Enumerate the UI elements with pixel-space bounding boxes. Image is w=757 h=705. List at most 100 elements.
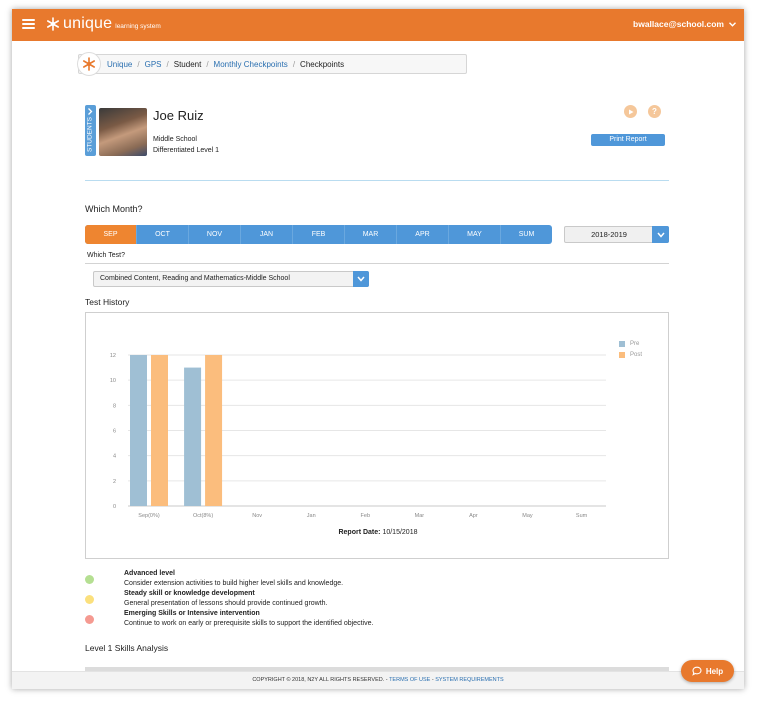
print-report-button[interactable]: Print Report bbox=[591, 134, 665, 146]
legend-item: Post bbox=[619, 352, 642, 358]
year-select[interactable]: 2018-2019 bbox=[564, 226, 669, 243]
legend-label: Pre bbox=[630, 341, 640, 347]
key-dot bbox=[85, 595, 94, 604]
breadcrumb-separator: / bbox=[292, 59, 296, 69]
legend-swatch bbox=[619, 341, 625, 347]
key-dot bbox=[85, 575, 94, 584]
play-icon[interactable] bbox=[624, 105, 637, 118]
key-title: Emerging Skills or Intensive interventio… bbox=[124, 610, 260, 617]
x-tick-label: Sep(0%) bbox=[138, 513, 160, 519]
month-tab-jan[interactable]: JAN bbox=[241, 225, 293, 244]
legend-swatch bbox=[619, 352, 625, 358]
month-tab-apr[interactable]: APR bbox=[397, 225, 449, 244]
month-tabs: SEP OCT NOV JAN FEB MAR APR MAY SUM bbox=[85, 225, 552, 244]
key-dot bbox=[85, 615, 94, 624]
student-photo bbox=[99, 108, 147, 156]
student-level: Differentiated Level 1 bbox=[153, 147, 220, 154]
brand-logo[interactable]: unique learning system bbox=[46, 15, 161, 33]
key-title: Advanced level bbox=[124, 570, 175, 577]
home-logo-icon[interactable] bbox=[77, 52, 101, 76]
dropdown-button[interactable] bbox=[353, 271, 369, 287]
help-chat-button[interactable]: Help bbox=[681, 660, 734, 682]
month-tab-feb[interactable]: FEB bbox=[293, 225, 345, 244]
x-tick-label: Apr bbox=[469, 513, 478, 519]
month-tab-may[interactable]: MAY bbox=[449, 225, 501, 244]
which-month-heading: Which Month? bbox=[85, 204, 143, 214]
dropdown-button[interactable] bbox=[652, 226, 669, 243]
bar-pre bbox=[130, 355, 147, 506]
y-tick-label: 4 bbox=[113, 454, 116, 460]
divider bbox=[85, 180, 669, 181]
x-tick-label: Mar bbox=[415, 513, 425, 519]
brand-subtitle: learning system bbox=[115, 22, 161, 30]
breadcrumb-item: Student bbox=[173, 59, 202, 69]
chevron-down-icon bbox=[357, 276, 365, 282]
chart-svg: 0 2 4 6 8 10 12 Sep(0%) Oct(8%) Nov Jan Feb Mar Apr Ma… bbox=[110, 353, 606, 519]
y-tick-label: 0 bbox=[113, 504, 116, 510]
breadcrumb-separator: / bbox=[137, 59, 140, 69]
breadcrumb-items: Unique / GPS / Student / Monthly Checkpoints / C… bbox=[107, 60, 344, 69]
key-title: Steady skill or knowledge development bbox=[124, 590, 255, 597]
snowflake-logo-icon bbox=[46, 17, 59, 31]
test-history-chart: 0 2 4 6 8 10 12 Sep(0%) Oct(8%) Nov Jan Feb Mar Apr Ma… bbox=[85, 312, 669, 559]
chevron-down-icon bbox=[656, 232, 665, 238]
user-menu[interactable]: bwallace@school.com bbox=[633, 19, 736, 29]
legend-label: Post bbox=[630, 352, 643, 358]
user-email: bwallace@school.com bbox=[633, 19, 724, 29]
system-requirements-link[interactable]: SYSTEM REQUIREMENTS bbox=[435, 677, 503, 683]
month-tab-oct[interactable]: OCT bbox=[137, 225, 189, 244]
breadcrumb-separator: / bbox=[166, 59, 169, 69]
which-test-heading: Which Test? bbox=[87, 252, 125, 259]
student-name: Joe Ruiz bbox=[153, 108, 204, 123]
students-tab[interactable]: STUDENTS bbox=[85, 105, 96, 156]
app-window: unique learning system bwallace@school.c… bbox=[12, 9, 744, 689]
legend-item: Pre bbox=[619, 341, 642, 347]
bar-pre bbox=[184, 367, 202, 506]
x-tick-label: Nov bbox=[252, 513, 262, 519]
key-description: General presentation of lessons should p… bbox=[124, 600, 328, 607]
breadcrumb-item[interactable]: GPS bbox=[145, 60, 162, 69]
x-tick-label: Oct(8%) bbox=[193, 513, 213, 519]
chat-bubble-icon bbox=[692, 666, 702, 676]
x-tick-label: Feb bbox=[361, 513, 370, 519]
test-select-value: Combined Content, Reading and Mathematic… bbox=[100, 275, 290, 282]
divider bbox=[85, 263, 669, 264]
terms-of-use-link[interactable]: TERMS OF USE bbox=[389, 677, 430, 683]
y-tick-label: 8 bbox=[113, 403, 116, 409]
chart-legend: Pre Post bbox=[619, 341, 642, 363]
month-tab-mar[interactable]: MAR bbox=[345, 225, 397, 244]
brand-name: unique bbox=[63, 15, 113, 32]
test-select[interactable]: Combined Content, Reading and Mathematic… bbox=[93, 271, 369, 287]
x-tick-label: Sum bbox=[576, 513, 588, 519]
report-date: Report Date: 10/15/2018 bbox=[86, 529, 670, 536]
copyright-text: COPYRIGHT © 2018, N2Y ALL RIGHTS RESERVE… bbox=[252, 677, 385, 683]
bar-post bbox=[151, 355, 168, 506]
student-grade: Middle School bbox=[153, 136, 197, 143]
footer: COPYRIGHT © 2018, N2Y ALL RIGHTS RESERVE… bbox=[12, 671, 744, 689]
y-tick-label: 10 bbox=[110, 378, 116, 384]
report-date-label: Report Date: bbox=[338, 529, 381, 536]
x-tick-label: Jan bbox=[307, 513, 316, 519]
help-question-icon[interactable]: ? bbox=[648, 105, 661, 118]
students-tab-label: STUDENTS bbox=[86, 116, 94, 153]
key-description: Continue to work on early or prerequisit… bbox=[124, 620, 374, 627]
breadcrumb: Unique / GPS / Student / Monthly Checkpoints / C… bbox=[77, 52, 467, 76]
help-label: Help bbox=[705, 666, 724, 676]
bar-post bbox=[205, 355, 223, 506]
breadcrumb-separator: / bbox=[206, 59, 209, 69]
breadcrumb-item[interactable]: Monthly Checkpoints bbox=[214, 60, 288, 69]
y-tick-label: 6 bbox=[113, 429, 116, 435]
breadcrumb-item: Checkpoints bbox=[300, 59, 345, 69]
test-history-heading: Test History bbox=[85, 297, 130, 307]
month-tab-nov[interactable]: NOV bbox=[189, 225, 241, 244]
month-tab-sep[interactable]: SEP bbox=[85, 225, 137, 244]
month-tab-sum[interactable]: SUM bbox=[501, 225, 552, 244]
chevron-down-icon bbox=[729, 21, 736, 27]
year-select-value: 2018-2019 bbox=[591, 230, 627, 239]
report-date-value: 10/15/2018 bbox=[382, 529, 418, 536]
hamburger-menu-icon[interactable] bbox=[22, 19, 35, 29]
top-bar: unique learning system bwallace@school.c… bbox=[12, 9, 744, 41]
breadcrumb-item[interactable]: Unique bbox=[107, 60, 132, 69]
skills-analysis-heading: Level 1 Skills Analysis bbox=[85, 643, 169, 653]
x-tick-label: May bbox=[522, 513, 533, 519]
